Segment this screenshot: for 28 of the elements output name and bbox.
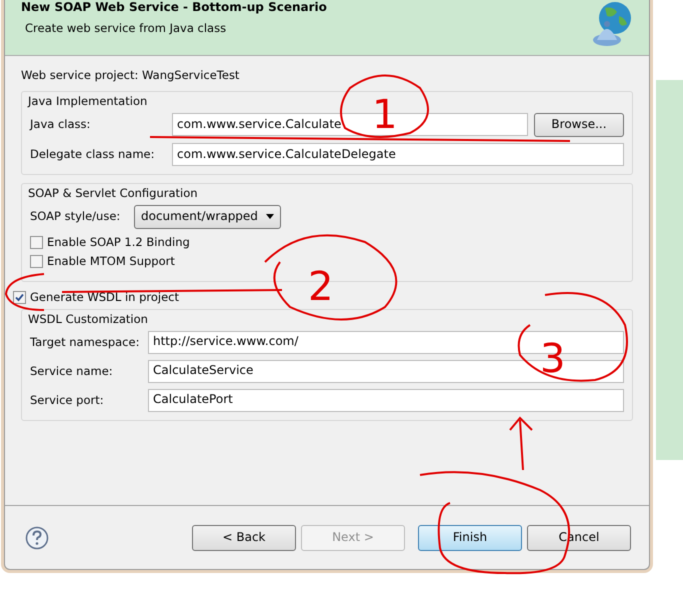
text-field[interactable]: com.www.service.CalculateDelegate	[172, 142, 624, 166]
window-title: New SOAP Web Service - Bottom-up Scenario	[21, 0, 327, 14]
dropdown[interactable]: document/wrapped	[134, 204, 281, 229]
dialog-button[interactable]: < Back	[192, 524, 296, 550]
field-label: Service port:	[30, 392, 105, 408]
field-label: Delegate class name:	[30, 146, 156, 162]
dropdown-value: document/wrapped	[141, 209, 258, 225]
caret-icon	[266, 214, 274, 220]
checkbox[interactable]	[30, 254, 43, 268]
checkbox-label: Enable SOAP 1.2 Binding	[47, 234, 190, 250]
field-label: Java class:	[30, 117, 92, 132]
group-title: WSDL Customization	[28, 312, 148, 327]
text-field[interactable]: CalculatePort	[148, 388, 624, 412]
dialog-button[interactable]: Finish	[418, 524, 522, 550]
checkbox-label: Enable MTOM Support	[47, 254, 175, 269]
field-label: SOAP style/use:	[30, 209, 122, 224]
help-icon[interactable]	[25, 526, 49, 550]
checkbox[interactable]	[13, 290, 26, 304]
checkbox[interactable]	[30, 236, 43, 249]
browse-button[interactable]: Browse...	[534, 112, 624, 137]
checkbox-label: Generate WSDL in project	[30, 290, 180, 305]
field-label: Target namespace:	[30, 334, 140, 350]
page-description: Create web service from Java class	[25, 20, 226, 36]
annotation-number: 2	[308, 264, 334, 310]
group-title: SOAP & Servlet Configuration	[28, 186, 198, 201]
group-title: Java Implementation	[28, 94, 148, 109]
field-label: Service name:	[30, 364, 114, 379]
project-label: Web service project: WangServiceTest	[21, 68, 240, 82]
